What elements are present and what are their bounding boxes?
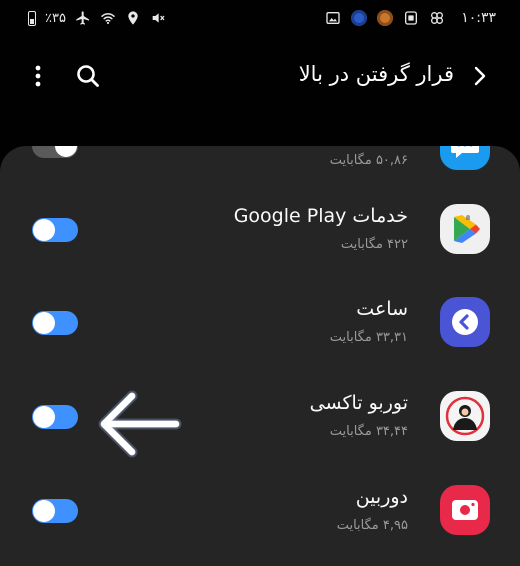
- app-name: ساعت: [356, 298, 408, 320]
- app-name: خدمات Google Play: [233, 205, 408, 227]
- app-bar: قرار گرفتن در بالا: [0, 52, 520, 100]
- messaging-app-icon: [440, 146, 490, 170]
- pinwheel-notification-icon: [431, 12, 444, 24]
- toggle-knob: [55, 146, 77, 157]
- screenshot-notification-icon: [405, 11, 418, 25]
- app-name: دوربین: [355, 486, 408, 508]
- page-title: قرار گرفتن در بالا: [298, 62, 454, 86]
- app-size: ۵۰,۸۶ مگابایت: [329, 153, 408, 168]
- toggle-switch[interactable]: [32, 218, 78, 242]
- toggle-switch[interactable]: [32, 499, 78, 523]
- wifi-icon: [101, 13, 115, 25]
- toggle-knob: [33, 500, 55, 522]
- camera-app-icon: [440, 485, 490, 535]
- app-size: ۳۳,۳۱ مگابایت: [329, 330, 408, 345]
- google-play-services-icon: [440, 204, 490, 254]
- search-icon[interactable]: [74, 62, 102, 90]
- more-options-icon[interactable]: [26, 62, 50, 90]
- list-item-google-play-services[interactable]: خدمات Google Play ۴۲۲ مگابایت: [0, 183, 520, 277]
- battery-icon: [28, 10, 36, 26]
- gallery-notification-icon: [326, 12, 340, 24]
- app-name: توربو تاکسی: [309, 392, 408, 414]
- toggle-switch[interactable]: [32, 311, 78, 335]
- list-item-clock[interactable]: ساعت ۳۳,۳۱ مگابایت: [0, 276, 520, 370]
- location-icon: [128, 11, 138, 25]
- status-bar-right: ۱۰:۳۳: [325, 8, 496, 28]
- toggle-switch[interactable]: [32, 146, 78, 158]
- list-item-turbo-taxi[interactable]: توربو تاکسی ۳۴,۴۴ مگابایت: [0, 370, 520, 464]
- app-size: ۴,۹۵ مگابایت: [336, 518, 408, 533]
- toggle-knob: [33, 219, 55, 241]
- clock-app-icon: [440, 297, 490, 347]
- clock-time: ۱۰:۳۳: [461, 10, 496, 26]
- back-arrow-icon[interactable]: [466, 62, 494, 90]
- list-item-camera[interactable]: دوربین ۴,۹۵ مگابایت: [0, 464, 520, 558]
- battery-percent: ٪۳۵: [45, 10, 66, 26]
- status-bar-left: ٪۳۵: [28, 8, 166, 28]
- airplane-mode-icon: [76, 11, 89, 25]
- toggle-switch[interactable]: [32, 405, 78, 429]
- mute-icon: [152, 13, 165, 23]
- toggle-knob: [33, 312, 55, 334]
- turbo-taxi-app-icon: [440, 391, 490, 441]
- app-size: ۳۴,۴۴ مگابایت: [329, 424, 408, 439]
- toggle-knob: [33, 406, 55, 428]
- app-size: ۴۲۲ مگابایت: [340, 237, 408, 252]
- lion-app-notification-icon: [377, 10, 394, 26]
- app-list: ۵۰,۸۶ مگابایت خدمات Google Play ۴۲۲ مگاب…: [0, 146, 520, 566]
- taxi-app-notification-icon: [351, 10, 368, 26]
- status-bar: ٪۳۵ ۱۰:۳۳: [0, 0, 520, 36]
